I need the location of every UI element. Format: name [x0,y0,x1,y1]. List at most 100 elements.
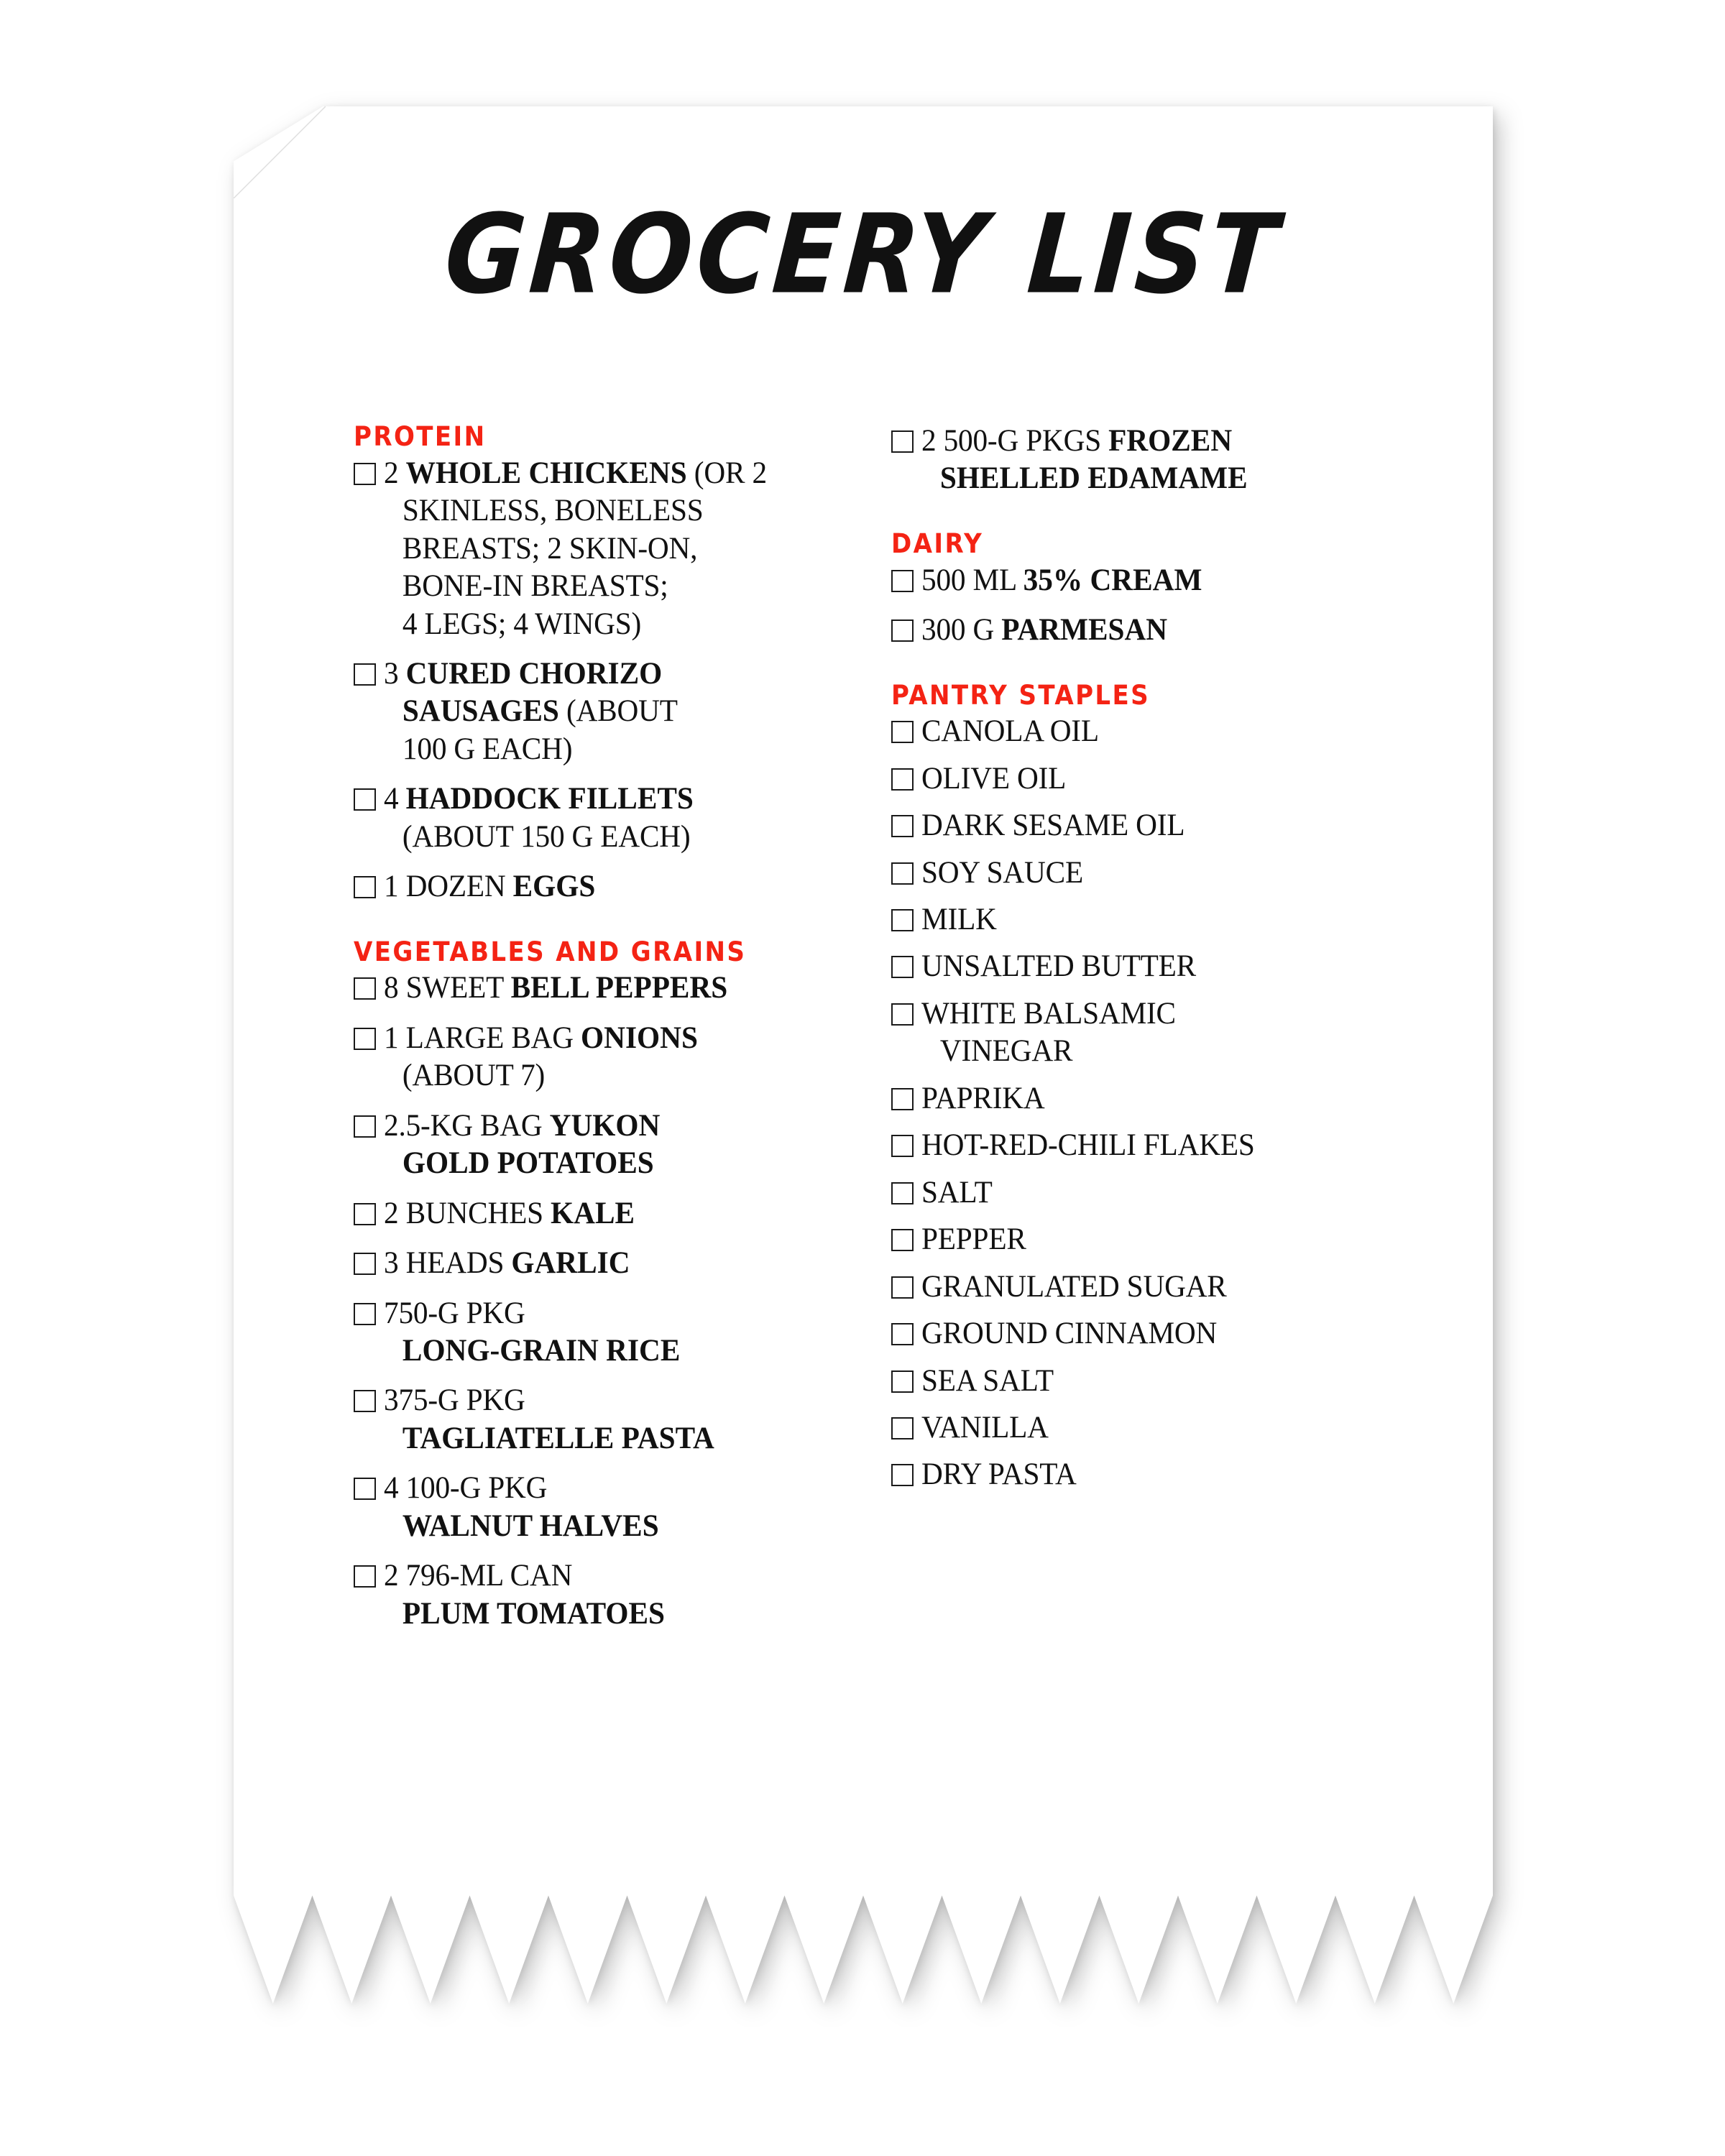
checklist-item[interactable]: 2 WHOLE CHICKENS (OR 2 SKINLESS, BONELESS… [354,455,860,643]
item-line: BREASTS; 2 SKIN-ON, [384,530,840,568]
checklist-item[interactable]: SALT [891,1174,1464,1212]
item-text-plain: PAPRIKA [921,1081,1045,1115]
checklist-item[interactable]: 300 G PARMESAN [891,612,1464,649]
checkbox-icon[interactable] [891,1003,914,1026]
checklist-item[interactable]: 4 100-G PKG WALNUT HALVES [354,1470,860,1545]
checklist-item[interactable]: 2 BUNCHES KALE [354,1195,860,1233]
checkbox-icon[interactable] [891,1229,914,1252]
checklist-item[interactable]: 2 796-ML CAN PLUM TOMATOES [354,1557,860,1633]
checkbox-icon[interactable] [891,619,914,642]
checklist-item-label: DARK SESAME OIL [921,807,1443,844]
checkbox-icon[interactable] [354,1115,376,1138]
item-line: SALT [921,1174,1443,1212]
checkbox-icon[interactable] [354,1202,376,1225]
checklist-item[interactable]: PAPRIKA [891,1080,1464,1118]
checklist-item[interactable]: GRANULATED SUGAR [891,1268,1464,1306]
checklist-item[interactable]: MILK [891,901,1464,939]
item-text-emphasis: WALNUT HALVES [402,1508,659,1543]
checkbox-icon[interactable] [891,1087,914,1110]
checklist-item[interactable]: 1 DOZEN EGGS [354,868,860,906]
checkbox-icon[interactable] [891,569,914,592]
checklist-item[interactable]: 2 500-G PKGS FROZEN SHELLED EDAMAME [891,423,1464,498]
item-line: MILK [921,901,1443,939]
item-text-plain: 375-G PKG [384,1383,525,1418]
checkbox-icon[interactable] [354,977,376,1000]
item-line: 8 SWEET BELL PEPPERS [384,969,840,1007]
checklist-item[interactable]: 3 HEADS GARLIC [354,1245,860,1282]
checkbox-icon[interactable] [891,1323,914,1346]
checkbox-icon[interactable] [891,956,914,979]
checklist-item[interactable]: 8 SWEET BELL PEPPERS [354,969,860,1007]
checkbox-icon[interactable] [891,815,914,838]
checklist-item[interactable]: 4 HADDOCK FILLETS (ABOUT 150 G EACH) [354,780,860,856]
item-line: 500 ML 35% CREAM [921,562,1443,599]
checklist-item-label: GROUND CINNAMON [921,1315,1443,1353]
item-text-plain: 4 100-G PKG [384,1471,548,1506]
checkbox-icon[interactable] [354,1253,376,1276]
checklist-item-label: 2 796-ML CAN PLUM TOMATOES [384,1557,840,1633]
checklist-item[interactable]: UNSALTED BUTTER [891,948,1464,985]
checklist-item[interactable]: VANILLA [891,1409,1464,1447]
item-line: LONG-GRAIN RICE [384,1332,840,1370]
item-text-plain: VINEGAR [939,1034,1073,1069]
item-text-plain: UNSALTED BUTTER [921,949,1196,984]
checklist-item-label: PEPPER [921,1221,1443,1258]
checkbox-icon[interactable] [891,430,914,453]
checkbox-icon[interactable] [891,1464,914,1487]
checkbox-icon[interactable] [354,1390,376,1413]
item-text-plain: GRANULATED SUGAR [921,1269,1227,1304]
item-line: GOLD POTATOES [384,1145,840,1182]
section-heading-pantry-staples: PANTRY STAPLES [891,679,1150,711]
checklist-item[interactable]: DRY PASTA [891,1456,1464,1493]
checklist-item-label: UNSALTED BUTTER [921,948,1443,985]
checklist-item[interactable]: WHITE BALSAMIC VINEGAR [891,995,1464,1071]
checklist-item[interactable]: 3 CURED CHORIZO SAUSAGES (ABOUT 100 G EACH… [354,655,860,768]
checkbox-icon[interactable] [891,1135,914,1158]
checklist-item[interactable]: GROUND CINNAMON [891,1315,1464,1353]
checkbox-icon[interactable] [891,1370,914,1393]
checklist-item[interactable]: SOY SAUCE [891,854,1464,892]
checkbox-icon[interactable] [354,1565,376,1588]
item-text-plain: DARK SESAME OIL [921,808,1185,843]
item-text-emphasis: KALE [551,1196,635,1230]
checklist-item[interactable]: 375-G PKG TAGLIATELLE PASTA [354,1382,860,1457]
item-text-emphasis: ONIONS [581,1021,698,1055]
item-text-suffix: (ABOUT [558,694,678,729]
checkbox-icon[interactable] [891,1416,914,1439]
checkbox-icon[interactable] [891,721,914,744]
item-text-emphasis: SHELLED EDAMAME [939,461,1248,496]
item-line: 1 DOZEN EGGS [384,868,840,906]
checkbox-icon[interactable] [891,909,914,931]
item-text-plain: 2 BUNCHES [384,1196,551,1230]
checklist-item[interactable]: 500 ML 35% CREAM [891,562,1464,599]
item-text-plain: BONE-IN BREASTS; [402,569,668,604]
item-text-plain: 2 796-ML CAN [384,1559,573,1593]
item-text-plain: 8 SWEET [384,971,511,1005]
checklist-item[interactable]: HOT-RED-CHILI FLAKES [891,1127,1464,1164]
item-line: 4 HADDOCK FILLETS [384,780,840,818]
checklist-item-label: 2 500-G PKGS FROZEN SHELLED EDAMAME [921,423,1443,498]
checklist-item[interactable]: 1 LARGE BAG ONIONS (ABOUT 7) [354,1020,860,1095]
item-text-plain: 750-G PKG [384,1296,525,1330]
checklist-item[interactable]: CANOLA OIL [891,713,1464,750]
checkbox-icon[interactable] [891,768,914,791]
checkbox-icon[interactable] [354,1302,376,1325]
item-line: 2.5-KG BAG YUKON [384,1107,840,1145]
checkbox-icon[interactable] [354,663,376,686]
checkbox-icon[interactable] [354,1027,376,1050]
checkbox-icon[interactable] [354,876,376,899]
checkbox-icon[interactable] [891,1181,914,1204]
checklist-item[interactable]: PEPPER [891,1221,1464,1258]
checklist-item[interactable]: 2.5-KG BAG YUKON GOLD POTATOES [354,1107,860,1183]
item-line: SHELLED EDAMAME [921,460,1443,497]
checklist-item[interactable]: 750-G PKG LONG-GRAIN RICE [354,1295,860,1370]
item-line: 375-G PKG [384,1382,840,1419]
checkbox-icon[interactable] [891,862,914,885]
checklist-item[interactable]: OLIVE OIL [891,760,1464,798]
checklist-item[interactable]: DARK SESAME OIL [891,807,1464,844]
checkbox-icon[interactable] [354,1478,376,1501]
checkbox-icon[interactable] [354,462,376,485]
checkbox-icon[interactable] [354,788,376,811]
checklist-item[interactable]: SEA SALT [891,1363,1464,1400]
checkbox-icon[interactable] [891,1276,914,1299]
